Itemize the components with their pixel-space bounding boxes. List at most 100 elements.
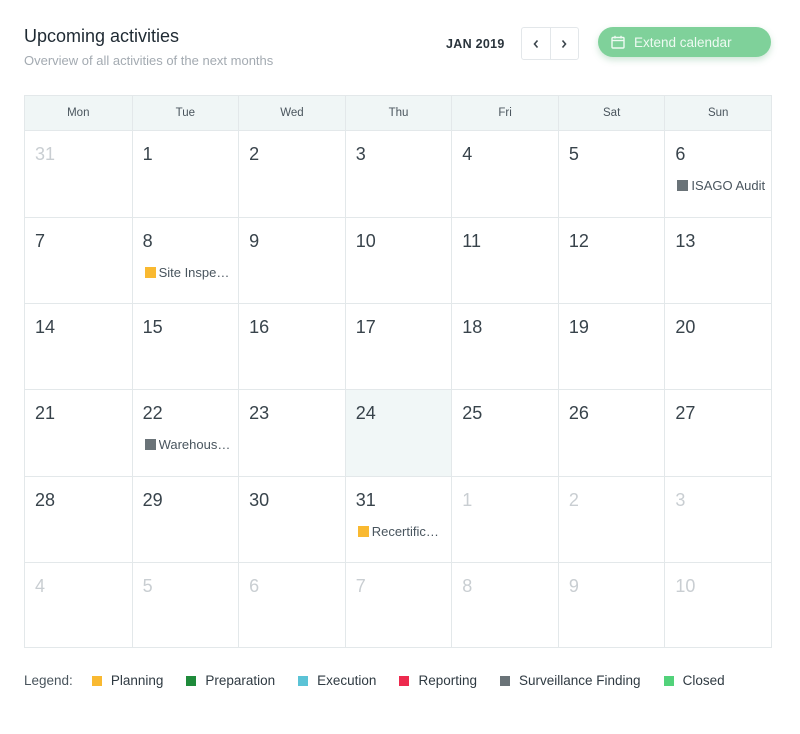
day-cell[interactable]: 6 (238, 561, 345, 648)
day-cell[interactable]: 18 (451, 303, 558, 390)
day-cell[interactable]: 20 (664, 303, 771, 390)
day-number: 6 (675, 144, 686, 164)
day-cell[interactable]: 7 (25, 217, 132, 303)
page-subtitle: Overview of all activities of the next m… (24, 53, 274, 68)
day-cell[interactable]: 11 (451, 217, 558, 304)
day-number: 11 (462, 231, 481, 252)
next-month-button[interactable] (549, 28, 579, 59)
day-cell[interactable]: 28 (25, 475, 132, 562)
day-cell[interactable]: 9 (557, 561, 665, 648)
day-number: 3 (675, 489, 686, 510)
day-cell[interactable]: 3 (344, 131, 452, 218)
legend-label: Reporting (418, 673, 477, 688)
day-number: 9 (568, 575, 579, 596)
event-label: Recertific… (371, 523, 439, 539)
day-number: 17 (355, 317, 376, 338)
day-number: 2 (568, 489, 579, 510)
day-number: 29 (142, 489, 163, 510)
day-cell[interactable]: 9 (238, 217, 345, 304)
day-cell[interactable]: 2 (238, 131, 345, 218)
day-cell[interactable]: 1 (451, 475, 558, 562)
day-cell[interactable]: 23 (238, 389, 345, 476)
day-number: 6 (249, 575, 260, 596)
day-number: 23 (249, 403, 270, 424)
day-cell[interactable]: 2 (557, 475, 665, 562)
calendar-event[interactable]: Warehous… (144, 437, 235, 453)
day-number: 7 (355, 575, 366, 596)
prev-month-button[interactable] (522, 28, 550, 59)
day-number: 8 (462, 575, 473, 596)
day-number: 4 (35, 575, 46, 596)
day-cell[interactable]: 6 ISAGO Audit (664, 131, 771, 218)
day-cell[interactable]: 31 Recertific… (344, 475, 452, 562)
day-cell[interactable]: 13 (664, 217, 771, 304)
day-cell[interactable]: 10 (344, 217, 452, 304)
day-number: 25 (462, 403, 483, 424)
day-cell[interactable]: 3 (664, 475, 771, 562)
calendar-event[interactable]: Site Inspe… (144, 265, 235, 281)
legend-color-swatch (399, 675, 410, 686)
event-label: Site Inspe… (158, 265, 230, 281)
page-title: Upcoming activities (24, 26, 180, 46)
month-nav (521, 27, 579, 60)
calendar-body: 31 1 2 3 4 5 6 ISAGO Audit 7 8 Site Inspe… 9 10 11 12 1… (25, 131, 771, 648)
day-cell[interactable]: 26 (557, 389, 665, 476)
day-number: 19 (568, 317, 589, 338)
day-number: 10 (355, 231, 376, 252)
chevron-right-icon (562, 39, 567, 48)
event-status-marker (144, 439, 156, 451)
day-number: 2 (249, 144, 260, 164)
day-cell[interactable]: 19 (557, 303, 665, 390)
event-label: Warehous… (158, 437, 231, 453)
day-number: 1 (462, 489, 473, 510)
legend-item: Surveillance Finding (500, 673, 641, 688)
day-number: 7 (35, 231, 46, 252)
day-cell[interactable]: 5 (557, 131, 665, 218)
legend-label: Preparation (205, 673, 276, 688)
calendar-grid: Mon Tue Wed Thu Fri Sat Sun 31 1 2 3 4 5 6 ISAGO Audi… (24, 95, 772, 648)
legend-color-swatch (186, 675, 197, 686)
day-cell[interactable]: 8 (451, 561, 558, 648)
event-status-marker (144, 267, 156, 279)
day-cell[interactable]: 21 (25, 389, 132, 475)
legend-label: Planning (110, 673, 164, 688)
day-number: 22 (142, 403, 163, 424)
day-cell[interactable]: 16 (238, 303, 345, 390)
calendar-event[interactable]: ISAGO Audit (677, 178, 767, 193)
day-number: 4 (462, 144, 473, 164)
day-cell[interactable]: 4 (25, 561, 132, 648)
day-cell[interactable]: 30 (238, 475, 345, 562)
day-cell[interactable]: 14 (25, 303, 132, 389)
legend-item: Execution (298, 673, 376, 688)
day-cell[interactable]: 29 (131, 475, 239, 562)
day-cell[interactable]: 17 (344, 303, 452, 390)
day-cell[interactable]: 8 Site Inspe… (131, 217, 239, 304)
day-cell[interactable]: 5 (131, 561, 239, 648)
day-cell[interactable]: 27 (664, 389, 771, 476)
day-number: 16 (249, 317, 270, 338)
day-cell-today[interactable]: 24 (344, 389, 452, 476)
day-number: 5 (142, 575, 153, 596)
day-cell[interactable]: 25 (451, 389, 558, 476)
day-cell[interactable]: 1 (131, 131, 239, 218)
day-cell[interactable]: 4 (451, 131, 558, 218)
extend-calendar-button[interactable]: Extend calendar (598, 27, 771, 57)
day-cell[interactable]: 12 (557, 217, 665, 304)
day-cell[interactable]: 31 (25, 131, 132, 217)
legend-item: Preparation (186, 673, 275, 688)
day-cell[interactable]: 15 (131, 303, 239, 390)
day-cell[interactable]: 22 Warehous… (131, 389, 239, 476)
day-number: 13 (675, 231, 696, 252)
day-cell[interactable]: 10 (664, 561, 771, 648)
calendar-event[interactable]: Recertific… (357, 523, 448, 539)
legend-label: Closed (682, 673, 725, 688)
weekday-sat: Sat (557, 96, 665, 130)
legend-label: Execution (317, 673, 377, 688)
day-cell[interactable]: 7 (344, 561, 452, 648)
day-number: 20 (675, 317, 696, 338)
legend-color-swatch (663, 675, 674, 686)
day-number: 10 (675, 575, 696, 596)
day-number: 26 (568, 403, 589, 424)
calendar-icon (611, 35, 625, 49)
legend-color-swatch (298, 675, 309, 686)
